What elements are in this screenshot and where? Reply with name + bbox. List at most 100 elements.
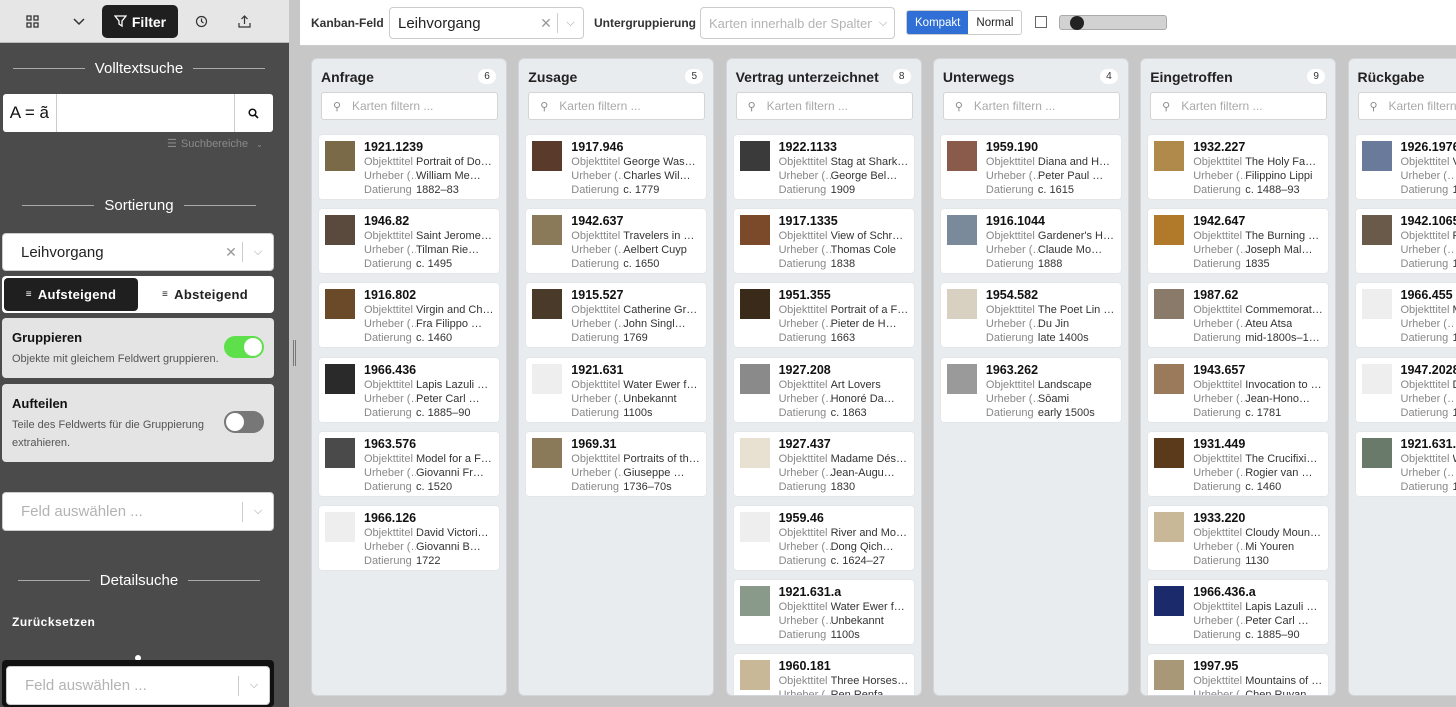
field-value: 1 — [1453, 407, 1456, 419]
column-filter-input[interactable]: ⚲ Karten filtern ... — [942, 92, 1120, 120]
object-card[interactable]: 1963.576 Objekttitel Model for a F… Urheber… — [319, 431, 499, 496]
object-card[interactable]: 1927.437 Objekttitel Madame Dési… Urheber (… — [733, 431, 914, 496]
object-card[interactable]: 1943.657 Objekttitel Invocation to … Urhebe… — [1148, 357, 1329, 422]
object-card[interactable]: 1927.208 Objekttitel Art Lovers Urheber (… H… — [733, 357, 914, 422]
inventory-number: 1966.455 — [1400, 288, 1453, 303]
search-scope-button[interactable]: ☰ Suchbereiche ⌄ — [167, 137, 263, 150]
search-icon: ⚲ — [332, 100, 342, 113]
kanban-field-label: Kanban-Feld — [311, 16, 384, 30]
field-value: Gardener's H… — [1037, 230, 1114, 243]
object-card[interactable]: 1942.637 Objekttitel Travelers in H… Urhebe… — [526, 209, 707, 274]
object-card[interactable]: 1969.31 Objekttitel Portraits of th… Urhebe… — [526, 431, 707, 496]
subgroup-select[interactable]: Karten innerhalb der Spalten ⌵ — [700, 7, 895, 39]
search-button[interactable] — [233, 94, 273, 132]
reset-button[interactable]: Zurücksetzen — [12, 615, 95, 629]
object-card[interactable]: 1917.1335 Objekttitel View of Schro… Urhebe… — [733, 209, 914, 274]
field-value: Fra Filippo … — [416, 318, 483, 331]
fulltext-search-input[interactable] — [56, 94, 234, 132]
object-card[interactable]: 1916.802 Objekttitel Virgin and Ch… Urheber… — [319, 283, 499, 348]
column-filter-input[interactable]: ⚲ Karten filtern ... — [735, 92, 913, 120]
object-card[interactable]: 1954.582 Objekttitel The Poet Lin … Urheber… — [940, 283, 1121, 348]
sort-ascending-button[interactable]: ≡ Aufsteigend — [4, 278, 138, 311]
object-card[interactable]: 1926.1976ObjekttitelVUrheber (…Datierung… — [1355, 135, 1456, 199]
object-card[interactable]: 1960.181 Objekttitel Three Horses… Urheber … — [733, 654, 914, 695]
object-card[interactable]: 1915.527 Objekttitel Catherine Gr… Urheber … — [526, 283, 707, 348]
object-card[interactable]: 1963.262 Objekttitel Landscape Urheber (… Sō… — [940, 357, 1121, 422]
slider-handle[interactable] — [1070, 16, 1084, 30]
object-thumbnail — [946, 289, 977, 320]
chevron-down-icon[interactable]: ⌵ — [872, 17, 894, 30]
kanban-field-select[interactable]: Leihvorgang ✕ ⌵ — [389, 7, 584, 39]
title-row: Objekttitel Three Horses… — [779, 675, 909, 687]
object-card[interactable]: 1947.2028ObjekttitelDUrheber (…Datierung… — [1355, 357, 1456, 422]
field-label: Datierung — [1400, 480, 1449, 493]
column-filter-input[interactable]: ⚲ Karten filtern ... — [1150, 92, 1328, 120]
object-card[interactable]: 1916.1044 Objekttitel Gardener's H… Urheber… — [940, 209, 1121, 274]
field-label: Urheber (… — [571, 318, 624, 331]
card-size-slider[interactable] — [1059, 15, 1167, 30]
split-toggle[interactable] — [224, 411, 264, 433]
object-card[interactable]: 1951.355 Objekttitel Portrait of a F… Urheb… — [733, 283, 914, 348]
date-row: Datierung c. 1460 — [364, 332, 494, 344]
object-card[interactable]: 1997.95 Objekttitel Mountains of … Urheber … — [1148, 654, 1329, 695]
object-card[interactable]: 1921.631.a Objekttitel Water Ewer f… Urhebe… — [733, 580, 914, 645]
group-toggle[interactable] — [224, 336, 264, 358]
history-icon[interactable] — [188, 5, 214, 38]
object-thumbnail — [532, 141, 563, 171]
case-toggle-button[interactable]: A = ã — [3, 94, 57, 132]
title-row: Objekttitel Cloudy Mount… — [1193, 527, 1323, 539]
object-card[interactable]: 1959.190 Objekttitel Diana and He… Urheber … — [940, 135, 1121, 199]
field-label: Urheber (… — [364, 466, 416, 479]
object-card[interactable]: 1933.220 Objekttitel Cloudy Mount… Urheber … — [1148, 506, 1329, 570]
field-label: Datierung — [571, 332, 619, 345]
date-row: Datierung 1130 — [1193, 555, 1323, 567]
chevron-down-icon[interactable]: ⌵ — [558, 17, 583, 30]
object-card[interactable]: 1966.126 Objekttitel David Victorio… Urhebe… — [319, 506, 499, 570]
object-thumbnail — [1361, 289, 1392, 320]
filter-button[interactable]: Filter — [102, 5, 178, 38]
field-label: Urheber (… — [364, 244, 416, 257]
sort-descending-button[interactable]: ≡ Absteigend — [138, 278, 272, 311]
grid-view-icon[interactable] — [18, 5, 46, 38]
clear-icon[interactable]: ✕ — [535, 15, 557, 32]
object-card[interactable]: 1921.631 Objekttitel Water Ewer f… Urheber … — [526, 357, 707, 422]
object-thumbnail — [1154, 660, 1185, 691]
chevron-down-icon[interactable] — [66, 5, 92, 38]
sort-field-select[interactable]: Leihvorgang ✕ ⌵ — [2, 233, 274, 271]
detail-field-select[interactable]: Feld auswählen ... ⌵ — [6, 666, 270, 705]
date-row: Datierung c. 1885–90 — [1193, 629, 1323, 641]
column-filter-input[interactable]: ⚲ Karten filtern ... — [321, 92, 498, 120]
export-icon[interactable] — [231, 5, 257, 38]
inventory-number: 1915.527 — [571, 288, 624, 303]
column-count-badge: 9 — [1307, 69, 1326, 84]
object-card[interactable]: 1931.449 Objekttitel The Crucifixio… Urhebe… — [1148, 431, 1329, 496]
column-filter-input[interactable]: ⚲ Karten filtern ... — [1357, 92, 1456, 120]
normal-button[interactable]: Normal — [968, 11, 1021, 34]
object-card[interactable]: 1987.62 Objekttitel Commemorat… Urheber (… A… — [1148, 283, 1329, 348]
object-card[interactable]: 1966.455ObjekttitelM Urheber (… Datierung 1 — [1355, 283, 1456, 348]
field-value: The Burning … — [1245, 230, 1320, 243]
sidebar-splitter[interactable] — [289, 0, 300, 707]
column-filter-input[interactable]: ⚲ Karten filtern ... — [528, 92, 706, 120]
chevron-down-icon[interactable]: ⌵ — [243, 505, 273, 518]
object-card[interactable]: 1942.647 Objekttitel The Burning … Urheber … — [1148, 209, 1329, 274]
chevron-down-icon[interactable]: ⌵ — [239, 679, 269, 692]
object-card[interactable]: 1946.82 Objekttitel Saint Jerome … Urheber … — [319, 209, 499, 274]
creator-row: Urheber (… Du Jin — [986, 318, 1116, 330]
date-row: Datierung 1663 — [779, 332, 909, 344]
object-card[interactable]: 1932.227 Objekttitel The Holy Fa… Urheber (… — [1148, 135, 1329, 199]
object-card[interactable]: 1959.46 Objekttitel River and Mo… Urheber (… — [733, 506, 914, 570]
object-card[interactable]: 1921.1239 Objekttitel Portrait of Do… Urheb… — [319, 135, 499, 199]
object-card[interactable]: 1966.436 Objekttitel Lapis Lazuli … Urheber… — [319, 357, 499, 422]
group-field-select[interactable]: Feld auswählen ... ⌵ — [2, 492, 274, 531]
compact-button[interactable]: Kompakt — [907, 11, 969, 34]
object-card[interactable]: 1917.946 Objekttitel George Wash… Urheber (… — [526, 135, 707, 199]
field-label: Objekttitel — [778, 230, 828, 243]
clear-icon[interactable]: ✕ — [220, 244, 242, 261]
inventory-number: 1951.355 — [778, 288, 831, 303]
chevron-down-icon[interactable]: ⌵ — [243, 246, 273, 259]
object-card[interactable]: 1921.631.bObjekttitelWUrheber (…Datierun… — [1355, 431, 1456, 496]
object-card[interactable]: 1942.1065ObjekttitelF Urheber (… Datierung… — [1355, 209, 1456, 274]
object-card[interactable]: 1966.436.a Objekttitel Lapis Lazuli … Urheb… — [1148, 580, 1329, 645]
object-card[interactable]: 1922.1133 Objekttitel Stag at Shark… Urhebe… — [733, 135, 914, 199]
